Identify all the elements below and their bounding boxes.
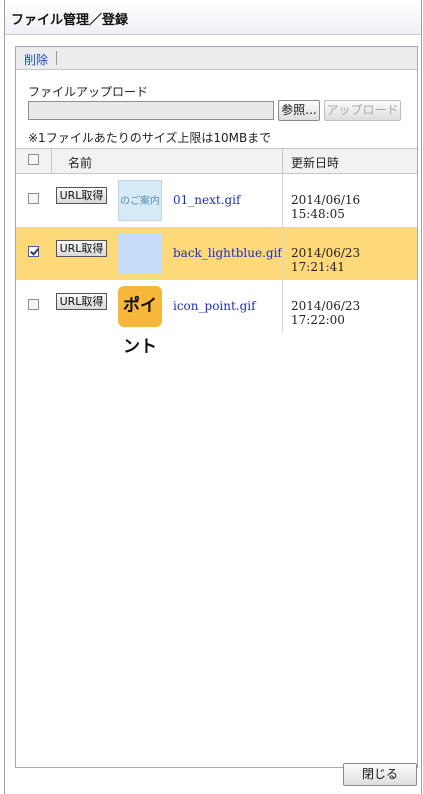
table-header: 名前 更新日時	[16, 148, 417, 174]
window-title: ファイル管理／登録	[11, 13, 129, 28]
toolbar: 削除	[16, 47, 417, 70]
file-name-link[interactable]: 01_next.gif	[173, 193, 240, 207]
modified-date: 2014/06/23 17:22:00	[291, 299, 361, 327]
table-row[interactable]: URL取得 back_lightblue.gif 2014/06/23 17:2…	[16, 227, 417, 280]
modified-date: 2014/06/16 15:48:05	[291, 193, 361, 221]
file-manager-window: ファイル管理／登録 削除 ファイルアップロード 参照... アップロード ※1フ…	[4, 0, 422, 794]
upload-button[interactable]: アップロード	[324, 100, 401, 121]
upload-label: ファイルアップロード	[28, 85, 149, 99]
size-limit-note: ※1ファイルあたりのサイズ上限は10MBまで	[28, 131, 272, 145]
toolbar-divider	[56, 51, 57, 65]
select-all-checkbox[interactable]	[28, 154, 39, 165]
modified-date: 2014/06/23 17:21:41	[291, 246, 361, 274]
header-divider	[51, 149, 52, 173]
table-row[interactable]: URL取得 ポイント icon_point.gif 2014/06/23 17:…	[16, 280, 417, 357]
file-name-link[interactable]: back_lightblue.gif	[173, 246, 282, 260]
thumbnail-image	[118, 233, 162, 274]
get-url-button[interactable]: URL取得	[56, 293, 107, 310]
table-row[interactable]: URL取得 のご案内 01_next.gif 2014/06/16 15:48:…	[16, 174, 417, 227]
column-divider	[282, 174, 283, 227]
close-button[interactable]: 閉じる	[343, 763, 417, 786]
get-url-button[interactable]: URL取得	[56, 240, 107, 257]
column-divider	[282, 227, 283, 280]
file-name-link[interactable]: icon_point.gif	[173, 299, 256, 313]
row-checkbox[interactable]	[28, 299, 39, 310]
column-date[interactable]: 更新日時	[291, 154, 339, 171]
column-name[interactable]: 名前	[68, 154, 92, 171]
browse-button[interactable]: 参照...	[278, 100, 320, 121]
delete-link[interactable]: 削除	[24, 51, 48, 68]
file-table: 名前 更新日時 URL取得 のご案内 01_next.gif 2014/06/1…	[16, 148, 417, 357]
get-url-button[interactable]: URL取得	[56, 187, 107, 204]
file-path-input[interactable]	[28, 101, 274, 120]
file-panel: 削除 ファイルアップロード 参照... アップロード ※1ファイルあたりのサイズ…	[15, 46, 418, 768]
row-checkbox[interactable]	[28, 193, 39, 204]
header-divider	[282, 149, 283, 173]
title-bar: ファイル管理／登録	[5, 0, 421, 35]
thumbnail-image: のご案内	[118, 180, 162, 221]
thumbnail-image: ポイント	[118, 286, 162, 357]
column-divider	[282, 280, 283, 333]
row-checkbox[interactable]	[28, 246, 39, 257]
